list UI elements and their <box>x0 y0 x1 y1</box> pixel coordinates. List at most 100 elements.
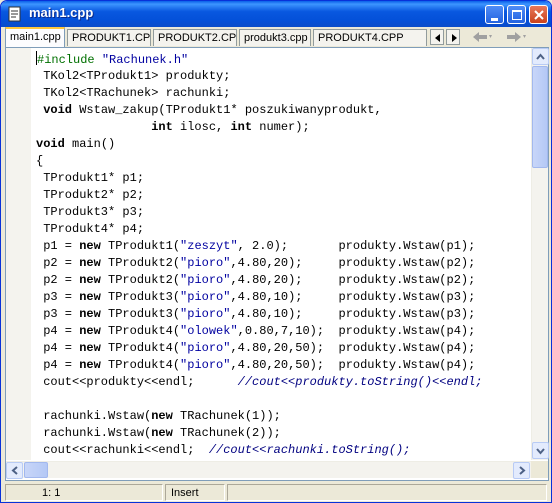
horizontal-scroll-thumb[interactable] <box>24 462 48 478</box>
code-line[interactable]: cout<<rachunki<<endl; //cout<<rachunki.t… <box>36 442 530 459</box>
insert-mode: Insert <box>165 484 225 501</box>
code-token: TKol2<TProdukt1> produkty; <box>36 69 231 83</box>
code-token: void <box>43 103 73 117</box>
window-title: main1.cpp <box>29 5 94 20</box>
code-line[interactable]: p2 = new TProdukt2("pioro",4.80,20); pro… <box>36 255 530 272</box>
code-token: TProdukt1( <box>100 239 181 253</box>
code-editor[interactable]: #include "Rachunek.h" TKol2<TProdukt1> p… <box>5 47 549 481</box>
code-area[interactable]: #include "Rachunek.h" TKol2<TProdukt1> p… <box>36 51 530 459</box>
code-token: ilosc, <box>172 120 231 134</box>
chevron-down-icon <box>536 448 545 455</box>
code-line[interactable]: TProdukt4* p4; <box>36 221 530 238</box>
code-line[interactable]: TKol2<TRachunek> rachunki; <box>36 85 530 102</box>
code-line[interactable]: cout<<produkty<<endl; //cout<<produkty.t… <box>36 374 530 391</box>
code-token: TProdukt3( <box>100 290 181 304</box>
code-line[interactable]: void main() <box>36 136 530 153</box>
scroll-up-button[interactable] <box>532 48 549 65</box>
tab-produkt4-cpp[interactable]: PRODUKT4.CPP <box>313 29 427 46</box>
code-token: "pioro" <box>180 273 231 287</box>
code-line[interactable]: p2 = new TProdukt2("pioro",4.80,20); pro… <box>36 272 530 289</box>
minimize-icon <box>491 18 498 21</box>
code-line[interactable]: TKol2<TProdukt1> produkty; <box>36 68 530 85</box>
code-token: p2 = <box>36 256 80 270</box>
code-token: "pioro" <box>180 256 231 270</box>
code-token: new <box>79 290 101 304</box>
horizontal-scrollbar[interactable] <box>6 461 531 479</box>
code-token: cout<<rachunki<<endl; <box>36 443 209 457</box>
document-icon <box>8 6 21 22</box>
code-token: new <box>79 239 101 253</box>
vertical-scrollbar[interactable] <box>531 48 549 460</box>
code-token: "pioro" <box>180 290 231 304</box>
code-token: //cout<<rachunki.toString(); <box>208 443 411 457</box>
chevron-left-icon <box>11 466 18 475</box>
code-token: ,4.80,20,50); produkty.Wstaw(p4); <box>230 341 476 355</box>
minimize-button[interactable] <box>485 5 504 24</box>
code-token: //cout<<produkty.toString()<<endl; <box>237 375 483 389</box>
code-token: "pioro" <box>180 358 231 372</box>
code-token: TRachunek(2)); <box>172 426 281 440</box>
code-token: int <box>230 120 253 134</box>
tab-produkt2-cpp[interactable]: PRODUKT2.CPP <box>153 29 237 46</box>
close-button[interactable] <box>529 5 548 24</box>
code-line[interactable] <box>36 391 530 408</box>
code-line[interactable]: rachunki.Wstaw(new TRachunek(2)); <box>36 425 530 442</box>
code-token: "Rachunek.h" <box>101 53 189 67</box>
code-token: ,4.80,10); produkty.Wstaw(p3); <box>230 290 476 304</box>
code-token: TProdukt3* p3; <box>36 205 145 219</box>
code-line[interactable]: p3 = new TProdukt3("pioro",4.80,10); pro… <box>36 289 530 306</box>
code-token: Wstaw_zakup(TProdukt1* poszukiwanyproduk… <box>72 103 382 117</box>
code-token: p3 = <box>36 290 80 304</box>
code-line[interactable]: p4 = new TProdukt4("pioro",4.80,20,50); … <box>36 357 530 374</box>
code-token: , 2.0); produkty.Wstaw(p1); <box>237 239 476 253</box>
tab-scroll-left-button[interactable] <box>430 29 444 45</box>
vertical-scroll-thumb[interactable] <box>532 66 548 168</box>
code-line[interactable]: { <box>36 153 530 170</box>
code-token: TRachunek(1)); <box>172 409 281 423</box>
status-bar: 1: 1 Insert <box>1 482 551 502</box>
code-token: new <box>79 358 101 372</box>
code-line[interactable]: p3 = new TProdukt3("pioro",4.80,10); pro… <box>36 306 530 323</box>
status-message <box>227 484 547 501</box>
title-bar[interactable]: main1.cpp <box>1 1 551 27</box>
tab-produkt3-cpp[interactable]: produkt3.cpp <box>239 29 311 46</box>
code-line[interactable]: rachunki.Wstaw(new TRachunek(1)); <box>36 408 530 425</box>
code-line[interactable]: TProdukt3* p3; <box>36 204 530 221</box>
code-line[interactable]: p1 = new TProdukt1("zeszyt", 2.0); produ… <box>36 238 530 255</box>
tab-label: main1.cpp <box>10 31 61 43</box>
scroll-right-button[interactable] <box>513 462 530 479</box>
code-line[interactable]: p4 = new TProdukt4("pioro",4.80,20,50); … <box>36 340 530 357</box>
tab-label: PRODUKT1.CPP <box>72 32 151 44</box>
code-token: ,4.80,20); produkty.Wstaw(p2); <box>230 273 476 287</box>
scroll-down-button[interactable] <box>532 442 549 459</box>
code-token: "zeszyt" <box>180 239 238 253</box>
code-token: "olowek" <box>180 324 238 338</box>
code-token: cout<<produkty<<endl; <box>36 375 238 389</box>
code-token: TProdukt4( <box>100 358 181 372</box>
tab-produkt1-cpp[interactable]: PRODUKT1.CPP <box>67 29 151 46</box>
tab-main1-cpp[interactable]: main1.cpp <box>5 27 65 47</box>
code-token: TProdukt4( <box>100 341 181 355</box>
code-line[interactable]: void Wstaw_zakup(TProdukt1* poszukiwanyp… <box>36 102 530 119</box>
arrow-left-icon[interactable] <box>471 31 493 43</box>
arrow-right-icon[interactable] <box>505 31 527 43</box>
code-token: new <box>151 426 173 440</box>
tab-label: produkt3.cpp <box>244 32 308 44</box>
tab-scroll-right-button[interactable] <box>446 29 460 45</box>
code-line[interactable]: #include "Rachunek.h" <box>36 51 530 68</box>
maximize-button[interactable] <box>507 5 526 24</box>
code-token: rachunki.Wstaw( <box>36 409 152 423</box>
maximize-icon <box>512 10 522 20</box>
code-token: new <box>79 256 101 270</box>
code-line[interactable]: TProdukt1* p1; <box>36 170 530 187</box>
code-line[interactable]: TProdukt2* p2; <box>36 187 530 204</box>
code-token: new <box>151 409 173 423</box>
code-token: #include <box>37 53 102 67</box>
file-tab-bar: main1.cpp PRODUKT1.CPP PRODUKT2.CPP prod… <box>5 27 549 47</box>
editor-gutter <box>6 48 31 460</box>
code-line[interactable]: int ilosc, int numer); <box>36 119 530 136</box>
scroll-left-button[interactable] <box>6 462 23 479</box>
code-token: "pioro" <box>180 307 231 321</box>
code-line[interactable]: p4 = new TProdukt4("olowek",0.80,7,10); … <box>36 323 530 340</box>
